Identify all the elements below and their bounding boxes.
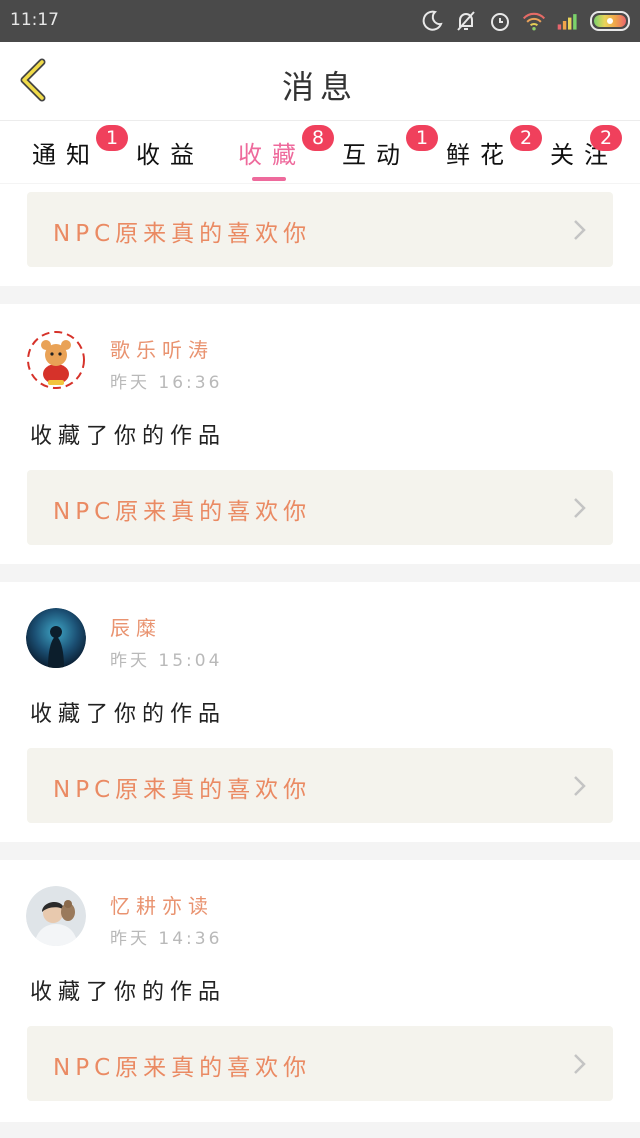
chevron-right-icon bbox=[574, 220, 586, 240]
tab-badge: 2 bbox=[510, 125, 542, 151]
alarm-icon bbox=[491, 13, 509, 31]
status-icons bbox=[420, 8, 630, 34]
work-link[interactable]: NPC原来真的喜欢你 bbox=[27, 470, 613, 545]
action-text: 收藏了你的作品 bbox=[30, 424, 227, 449]
avatar[interactable] bbox=[26, 608, 86, 668]
timestamp: 昨天 16:36 bbox=[110, 373, 223, 393]
tab-badge: 1 bbox=[406, 125, 438, 151]
tab-following[interactable]: 关注 2 bbox=[550, 125, 622, 179]
tab-favorites[interactable]: 收藏 8 bbox=[238, 125, 334, 179]
message-card: 辰糜 昨天 15:04 收藏了你的作品 NPC原来真的喜欢你 bbox=[0, 582, 640, 842]
message-card: 歌乐听涛 昨天 16:36 收藏了你的作品 NPC原来真的喜欢你 bbox=[0, 304, 640, 564]
tab-label: 互动 bbox=[342, 141, 410, 169]
tab-earnings[interactable]: 收益 bbox=[136, 135, 204, 179]
header: 消息 bbox=[0, 42, 640, 121]
tab-flowers[interactable]: 鲜花 2 bbox=[446, 125, 542, 179]
username[interactable]: 歌乐听涛 bbox=[110, 334, 214, 363]
message-card: NPC原来真的喜欢你 bbox=[0, 184, 640, 286]
avatar[interactable] bbox=[26, 330, 86, 390]
timestamp: 昨天 15:04 bbox=[110, 651, 223, 671]
status-bar: 11:17 bbox=[0, 0, 640, 42]
work-title: NPC原来真的喜欢你 bbox=[53, 1055, 312, 1081]
page-title: 消息 bbox=[281, 68, 358, 106]
action-text: 收藏了你的作品 bbox=[30, 980, 227, 1005]
tab-label: 收益 bbox=[136, 141, 204, 169]
tab-interactions[interactable]: 互动 1 bbox=[342, 125, 438, 179]
chevron-right-icon bbox=[574, 1054, 586, 1074]
work-title: NPC原来真的喜欢你 bbox=[53, 777, 312, 803]
moon-icon bbox=[422, 10, 443, 31]
avatar[interactable] bbox=[26, 886, 86, 946]
timestamp: 昨天 14:36 bbox=[110, 929, 223, 949]
status-time: 11:17 bbox=[10, 10, 59, 30]
work-title: NPC原来真的喜欢你 bbox=[53, 499, 312, 525]
tab-notifications[interactable]: 通知 1 bbox=[32, 125, 128, 179]
signal-icon bbox=[557, 14, 577, 30]
work-link[interactable]: NPC原来真的喜欢你 bbox=[27, 748, 613, 823]
tab-badge: 2 bbox=[590, 125, 622, 151]
tab-bar: 通知 1 收益 收藏 8 互动 1 鲜花 2 关注 2 bbox=[0, 121, 640, 183]
tab-label: 通知 bbox=[32, 141, 100, 169]
bell-off-icon bbox=[457, 11, 475, 31]
battery-icon bbox=[590, 11, 630, 31]
chevron-right-icon bbox=[574, 498, 586, 518]
tab-label: 收藏 bbox=[238, 141, 306, 169]
work-link[interactable]: NPC原来真的喜欢你 bbox=[27, 1026, 613, 1101]
wifi-icon bbox=[522, 12, 546, 31]
action-text: 收藏了你的作品 bbox=[30, 702, 227, 727]
work-title: NPC原来真的喜欢你 bbox=[53, 221, 312, 247]
tab-badge: 8 bbox=[302, 125, 334, 151]
username[interactable]: 辰糜 bbox=[110, 612, 162, 641]
tab-badge: 1 bbox=[96, 125, 128, 151]
tab-label: 鲜花 bbox=[446, 141, 514, 169]
message-card: 忆耕亦读 昨天 14:36 收藏了你的作品 NPC原来真的喜欢你 bbox=[0, 860, 640, 1122]
tab-active-indicator bbox=[252, 177, 286, 181]
chevron-right-icon bbox=[574, 776, 586, 796]
username[interactable]: 忆耕亦读 bbox=[110, 890, 214, 919]
work-link[interactable]: NPC原来真的喜欢你 bbox=[27, 192, 613, 267]
